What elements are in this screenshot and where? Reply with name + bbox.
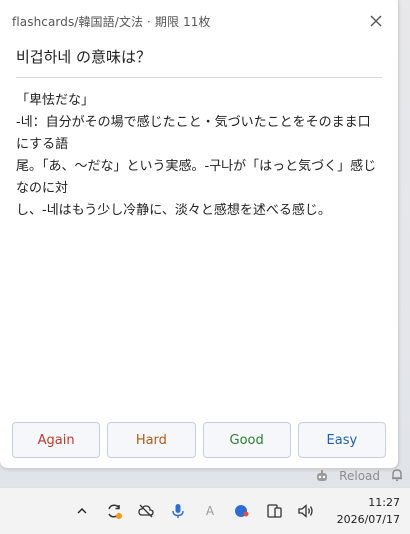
clock-date: 2026/07/17 xyxy=(336,513,400,526)
cloud-off-icon[interactable] xyxy=(134,499,158,523)
reload-button[interactable]: Reload xyxy=(339,469,380,483)
ime-indicator[interactable]: A xyxy=(198,499,222,523)
bot-icon[interactable] xyxy=(315,469,329,483)
good-button[interactable]: Good xyxy=(202,422,291,458)
divider xyxy=(16,77,382,78)
close-button[interactable] xyxy=(366,11,386,31)
answer-line: し、-네はもう少し冷静に、淡々と感想を述べる感じ。 xyxy=(16,203,331,218)
close-icon xyxy=(370,15,382,27)
volume-icon[interactable] xyxy=(294,499,318,523)
deck-info: flashcards/韓国語/文法 · 期限 11枚 xyxy=(12,14,211,29)
hard-button[interactable]: Hard xyxy=(107,422,196,458)
flashcard-popup: flashcards/韓国語/文法 · 期限 11枚 비겁하네 の意味は？ 「卑… xyxy=(0,0,399,469)
again-button[interactable]: Again xyxy=(12,422,101,458)
device-icon[interactable] xyxy=(262,499,286,523)
answer-line: 尾。「あ、〜だな」という実感。-구나が「はっと気づく」感じなのに対 xyxy=(16,159,377,196)
answer-line: -네：自分がその場で感じたこと・気づいたことをそのまま口にする語 xyxy=(16,115,371,152)
bell-icon[interactable] xyxy=(390,468,404,485)
rating-buttons: Again Hard Good Easy xyxy=(12,422,386,458)
clock-time: 11:27 xyxy=(368,496,400,509)
clock[interactable]: 11:27 2026/07/17 xyxy=(337,494,400,528)
background-toolbar: Reload xyxy=(315,466,404,486)
card-question: 비겁하네 の意味は？ xyxy=(16,48,151,66)
chevron-up-icon[interactable] xyxy=(70,499,94,523)
sync-icon[interactable] xyxy=(102,499,126,523)
easy-button[interactable]: Easy xyxy=(297,422,386,458)
taskbar: A 11:27 2026/07/17 xyxy=(0,487,410,534)
answer-line: 「卑怯だな」 xyxy=(16,93,95,108)
microphone-icon[interactable] xyxy=(166,499,190,523)
popup-header: flashcards/韓国語/文法 · 期限 11枚 xyxy=(12,10,386,32)
system-tray: A xyxy=(70,488,318,534)
app-icon[interactable] xyxy=(230,499,254,523)
card-answer: 「卑怯だな」 -네：自分がその場で感じたこと・気づいたことをそのまま口にする語 … xyxy=(16,90,382,222)
